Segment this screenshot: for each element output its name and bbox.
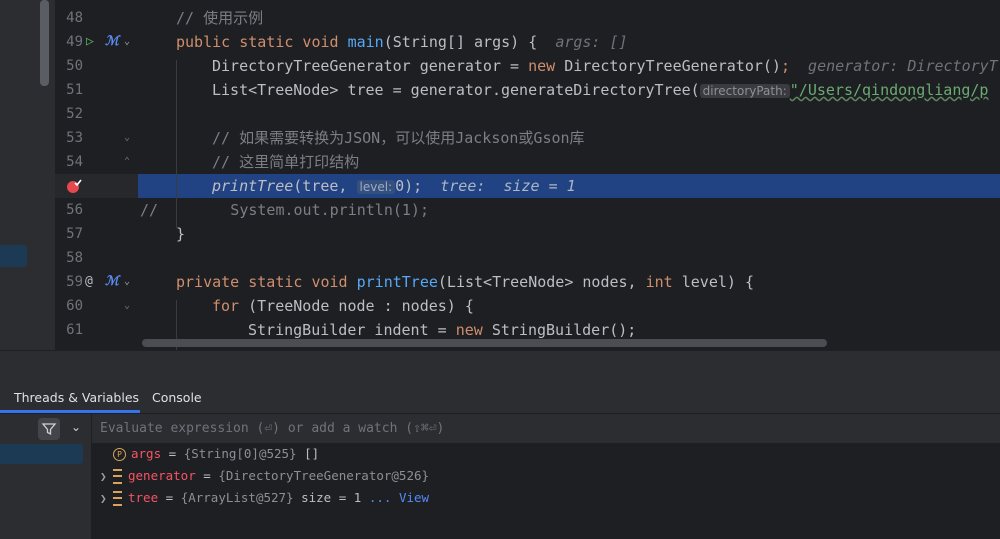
variable-name: generator <box>128 468 196 483</box>
fold-chevron-icon[interactable]: ⌄ <box>124 30 130 54</box>
code-line-49: public static void main(String[] args) {… <box>176 30 628 54</box>
line-number: 48 <box>66 10 83 26</box>
view-link[interactable]: ... View <box>369 490 429 505</box>
code-line-53: // 如果需要转换为JSON，可以使用Jackson或Gson库 <box>212 129 585 147</box>
keyword: int <box>645 273 673 291</box>
expand-chevron-icon[interactable]: ❯ <box>100 488 113 510</box>
variable-value: {DirectoryTreeGenerator@526} <box>218 468 430 483</box>
debug-hint: generator: DirectoryT <box>808 57 998 75</box>
parameter-inlay-hint: level: <box>356 180 396 194</box>
keyword: public static void <box>176 33 348 51</box>
variable-extra: [] <box>304 446 320 461</box>
tab-threads-variables[interactable]: Threads & Variables <box>14 384 139 413</box>
line-number: 60 <box>66 298 83 314</box>
string-literal: "/Users/qindongliang/p <box>789 81 989 99</box>
variable-row-args[interactable]: Pargs = {String[0]@525} [] <box>113 443 319 465</box>
line-number: 53 <box>66 130 83 146</box>
code-text: List<TreeNode> tree = generator.generate… <box>212 81 700 99</box>
line-number: 54 <box>66 154 83 170</box>
method-name: printTree <box>356 273 438 291</box>
field-icon <box>113 491 122 506</box>
filter-button[interactable] <box>38 418 60 440</box>
ai-assist-icon[interactable]: ℳ <box>105 270 119 294</box>
tab-console[interactable]: Console <box>152 384 202 413</box>
line-number: 59 <box>66 274 83 290</box>
line-number: 61 <box>66 322 83 338</box>
filter-icon <box>41 423 57 436</box>
code-line-51: List<TreeNode> tree = generator.generate… <box>212 78 988 103</box>
code-text: (List<TreeNode> nodes, <box>437 273 646 291</box>
code-line-54: // 这里简单打印结构 <box>212 153 360 171</box>
code-text: 0); <box>395 177 423 195</box>
expand-chevron-icon[interactable]: ❯ <box>100 466 113 488</box>
ai-assist-icon[interactable]: ℳ <box>105 30 119 54</box>
code-text: (tree, <box>293 177 357 195</box>
left-panel-selection[interactable] <box>0 245 27 267</box>
keyword: new <box>528 57 556 75</box>
line-number: 50 <box>66 58 83 74</box>
active-tab-indicator <box>0 410 140 413</box>
debug-hint: tree: size = 1 <box>440 177 576 195</box>
selected-frame[interactable] <box>0 444 83 464</box>
editor-horizontal-scrollbar[interactable] <box>142 339 827 347</box>
code-text: DirectoryTreeGenerator generator = <box>212 57 529 75</box>
parameter-icon: P <box>113 448 126 461</box>
line-number: 51 <box>66 82 83 98</box>
variable-extra: size = 1 <box>301 490 362 505</box>
keyword: for <box>212 297 240 315</box>
fold-chevron-icon[interactable]: ⌄ <box>124 294 130 318</box>
method-call: printTree <box>212 177 294 195</box>
code-text: (TreeNode node : nodes) { <box>239 297 474 315</box>
method-name: main <box>347 33 384 51</box>
run-icon[interactable]: ▷ <box>86 30 94 54</box>
debug-toolbar <box>0 350 1000 385</box>
code-line-60: for (TreeNode node : nodes) { <box>212 294 474 318</box>
code-text: StringBuilder(); <box>482 321 637 339</box>
fold-chevron-icon[interactable]: ⌃ <box>124 150 130 174</box>
line-number: 49 <box>66 34 83 50</box>
keyword: private static void <box>176 273 357 291</box>
evaluate-expression-input[interactable]: Evaluate expression (⏎) or add a watch (… <box>100 414 444 443</box>
breakpoint-icon[interactable] <box>66 174 82 203</box>
code-line-59: private static void printTree(List<TreeN… <box>176 270 754 294</box>
code-text: StringBuilder indent = <box>248 321 456 339</box>
semicolon: ; <box>780 57 790 75</box>
code-line-57: } <box>176 225 186 243</box>
override-at-icon[interactable]: @ <box>85 270 93 294</box>
variable-row-generator[interactable]: ❯ generator = {DirectoryTreeGenerator@526… <box>100 465 429 488</box>
variable-value: {String[0]@525} <box>183 446 297 461</box>
code-text: (String[] args) { <box>383 33 538 51</box>
code-text: level) { <box>672 273 754 291</box>
code-line-56: // System.out.println(1); <box>140 201 429 219</box>
variable-name: tree <box>128 490 159 505</box>
fold-chevron-icon[interactable]: ⌄ <box>124 270 130 294</box>
code-line-50: DirectoryTreeGenerator generator = new D… <box>212 54 998 78</box>
variable-row-tree[interactable]: ❯ tree = {ArrayList@527} size = 1 ... Vie… <box>100 487 429 510</box>
line-number: 52 <box>66 106 83 122</box>
line-number: 57 <box>66 226 83 242</box>
debug-hint: args: [] <box>555 33 628 51</box>
code-text: DirectoryTreeGenerator() <box>555 57 781 75</box>
variable-value: {ArrayList@527} <box>180 490 294 505</box>
code-line-48: // 使用示例 <box>176 9 264 27</box>
fold-chevron-icon[interactable]: ⌄ <box>124 126 130 150</box>
field-icon <box>113 469 122 484</box>
line-number: 58 <box>66 250 83 266</box>
code-line-55: printTree(tree, level: 0); tree: size = 1 <box>212 174 576 199</box>
variable-name: args <box>131 446 162 461</box>
left-panel-scrollbar[interactable] <box>40 0 49 86</box>
chevron-down-icon[interactable]: ⌄ <box>71 420 81 434</box>
parameter-inlay-hint: directoryPath: <box>699 84 790 98</box>
keyword: new <box>455 321 483 339</box>
debugger-tab-bar: Threads & Variables Console <box>0 384 1000 414</box>
